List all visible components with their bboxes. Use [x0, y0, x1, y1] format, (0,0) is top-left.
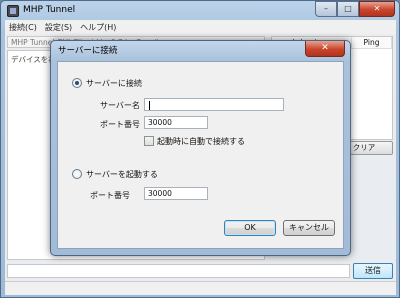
dialog-title: サーバーに接続 — [58, 46, 118, 56]
close-button[interactable]: ✕ — [359, 1, 395, 17]
port-label: ポート番号 — [100, 120, 140, 129]
server-port-label: ポート番号 — [90, 191, 130, 200]
auto-connect-checkbox[interactable] — [144, 136, 154, 146]
text-caret — [149, 100, 150, 110]
connect-server-label[interactable]: サーバーに接続 — [86, 78, 142, 89]
port-input[interactable]: 30000 — [144, 116, 208, 129]
auto-connect-label[interactable]: 起動時に自動で接続する — [157, 136, 245, 147]
menu-connect[interactable]: 接続(C) — [9, 22, 37, 33]
column-ping[interactable]: Ping — [352, 37, 392, 48]
menu-help[interactable]: ヘルプ(H) — [80, 22, 116, 33]
minimize-button[interactable]: – — [315, 1, 337, 17]
menu-settings[interactable]: 設定(S) — [45, 22, 72, 33]
app-icon — [7, 5, 19, 17]
status-bar — [5, 281, 396, 295]
connect-server-radio[interactable] — [72, 78, 82, 88]
window-controls: – □ ✕ — [315, 1, 395, 17]
dialog-close-button[interactable]: ✕ — [305, 41, 345, 57]
connect-dialog: サーバーに接続 ✕ サーバーに接続 サーバー名 ポート番号 30000 起動時に… — [50, 40, 351, 256]
server-port-input[interactable]: 30000 — [144, 187, 208, 200]
title-bar[interactable]: MHP Tunnel – □ ✕ — [1, 1, 399, 21]
server-name-input[interactable] — [144, 98, 284, 111]
start-server-label[interactable]: サーバーを起動する — [86, 169, 158, 180]
cancel-button[interactable]: キャンセル — [283, 220, 335, 236]
start-server-radio[interactable] — [72, 169, 82, 179]
dialog-body: サーバーに接続 サーバー名 ポート番号 30000 起動時に自動で接続する サー… — [57, 61, 344, 249]
menu-bar: 接続(C) 設定(S) ヘルプ(H) — [5, 20, 396, 34]
window-title: MHP Tunnel — [23, 5, 76, 15]
ok-button[interactable]: OK — [224, 220, 276, 236]
send-button[interactable]: 送信 — [353, 263, 393, 279]
server-name-label: サーバー名 — [100, 101, 140, 110]
message-input[interactable] — [7, 264, 350, 278]
maximize-button[interactable]: □ — [337, 1, 359, 17]
